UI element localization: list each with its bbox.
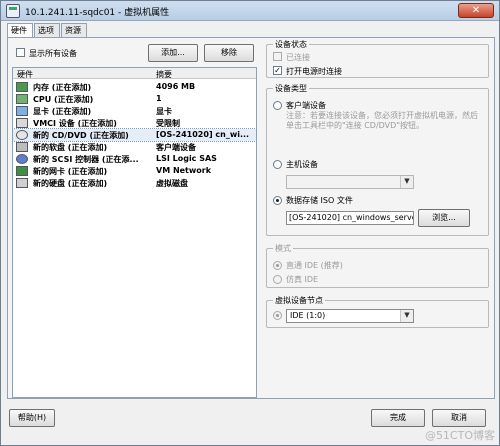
vm-app-icon: [6, 4, 20, 18]
hardware-row-summary: [OS-241020] cn_wi...: [156, 130, 250, 139]
client-device-radio[interactable]: [273, 101, 282, 110]
datastore-iso-radio[interactable]: [273, 196, 282, 205]
virtual-device-node-value: IDE (1:0): [290, 311, 326, 320]
vm-properties-window: 10.1.241.11-sqdc01 - 虚拟机属性 ✕ 硬件 选项 资源 显示…: [0, 0, 500, 446]
hardware-row-summary: 虚拟磁盘: [156, 179, 188, 188]
hardware-row-summary: 受限制: [156, 119, 180, 128]
hardware-row-name: 新的 SCSI 控制器 (正在添...: [33, 155, 139, 164]
window-title: 10.1.241.11-sqdc01 - 虚拟机属性: [25, 8, 170, 18]
hardware-row-floppy[interactable]: 新的软盘 (正在添加) 客户端设备: [13, 141, 256, 153]
hardware-row-name: 显卡 (正在添加): [33, 107, 92, 116]
hardware-row-display[interactable]: 显卡 (正在添加) 显卡: [13, 105, 256, 117]
disk-icon: [16, 178, 28, 188]
help-button[interactable]: 帮助(H): [9, 409, 55, 427]
connected-checkbox[interactable]: [273, 52, 282, 61]
title-bar[interactable]: 10.1.241.11-sqdc01 - 虚拟机属性 ✕: [1, 1, 499, 21]
passthrough-ide-radio[interactable]: [273, 261, 282, 270]
nic-icon: [16, 166, 28, 176]
display-icon: [16, 106, 28, 116]
hardware-row-summary: VM Network: [156, 166, 212, 175]
show-all-devices-checkbox[interactable]: [16, 48, 25, 57]
tab-resources[interactable]: 资源: [61, 23, 87, 38]
client-device-label: 客户端设备: [286, 101, 326, 110]
memory-icon: [16, 82, 28, 92]
passthrough-ide-label: 直通 IDE (推荐): [286, 261, 343, 270]
add-button[interactable]: 添加...: [148, 44, 198, 62]
device-type-title: 设备类型: [273, 83, 309, 94]
iso-path-value: [OS-241020] cn_windows_server_20: [289, 213, 413, 222]
hardware-row-name: 新的硬盘 (正在添加): [33, 179, 108, 188]
show-all-devices-label: 显示所有设备: [29, 49, 77, 58]
connect-at-power-on-checkbox[interactable]: ✓: [273, 66, 282, 75]
tab-options[interactable]: 选项: [34, 23, 60, 38]
datastore-iso-label: 数据存储 ISO 文件: [286, 196, 353, 205]
hardware-row-nic[interactable]: 新的网卡 (正在添加) VM Network: [13, 165, 256, 177]
dialog-footer: 帮助(H) 完成 取消 @51CTO博客: [1, 403, 499, 445]
cdrom-icon: [16, 130, 28, 140]
virtual-device-node-group: 虚拟设备节点 IDE (1:0) ▼: [266, 295, 489, 328]
hardware-row-disk[interactable]: 新的硬盘 (正在添加) 虚拟磁盘: [13, 177, 256, 189]
emulate-ide-label: 仿真 IDE: [286, 275, 319, 284]
hardware-row-summary: 客户端设备: [156, 143, 196, 152]
hardware-row-name: 内存 (正在添加): [33, 83, 92, 92]
finish-button[interactable]: 完成: [371, 409, 425, 427]
hardware-row-vmci[interactable]: VMCI 设备 (正在添加) 受限制: [13, 117, 256, 129]
hardware-row-summary: 4096 MB: [156, 82, 196, 91]
hardware-row-name: 新的网卡 (正在添加): [33, 167, 108, 176]
connected-label: 已连接: [286, 53, 310, 62]
device-status-title: 设备状态: [273, 39, 309, 50]
browse-button[interactable]: 浏览...: [418, 209, 470, 227]
hardware-row-cdrom[interactable]: 新的 CD/DVD (正在添加) [OS-241020] cn_wi...: [12, 128, 257, 142]
vmci-icon: [16, 118, 28, 128]
virtual-device-node-select[interactable]: IDE (1:0) ▼: [286, 309, 414, 323]
virtual-device-node-title: 虚拟设备节点: [273, 295, 325, 306]
column-summary[interactable]: 摘要: [156, 69, 172, 80]
emulate-ide-radio[interactable]: [273, 275, 282, 284]
close-button[interactable]: ✕: [458, 3, 494, 18]
virtual-node-radio: [273, 311, 282, 320]
watermark-text: @51CTO博客: [424, 429, 495, 442]
column-hardware[interactable]: 硬件: [17, 69, 33, 80]
mode-title: 模式: [273, 243, 293, 254]
hardware-row-memory[interactable]: 内存 (正在添加) 4096 MB: [13, 81, 256, 93]
chevron-down-icon: ▼: [400, 176, 413, 188]
device-status-group: 设备状态 已连接 ✓ 打开电源时连接: [266, 39, 489, 78]
host-device-label: 主机设备: [286, 160, 318, 169]
host-device-select[interactable]: ▼: [286, 175, 414, 189]
cpu-icon: [16, 94, 28, 104]
hardware-row-name: CPU (正在添加): [33, 95, 94, 104]
iso-path-field[interactable]: [OS-241020] cn_windows_server_20: [286, 211, 414, 225]
hardware-row-cpu[interactable]: CPU (正在添加) 1: [13, 93, 256, 105]
device-type-group: 设备类型 客户端设备 注意：若要连接该设备，您必须打开虚拟机电源，然后单击工具栏…: [266, 83, 489, 236]
chevron-down-icon: ▼: [400, 310, 413, 322]
connect-at-power-on-label: 打开电源时连接: [286, 67, 342, 76]
hardware-list-header: 硬件 摘要: [13, 68, 256, 79]
hardware-row-summary: 显卡: [156, 107, 172, 116]
hardware-row-scsi[interactable]: 新的 SCSI 控制器 (正在添... LSI Logic SAS: [13, 153, 256, 165]
hardware-row-name: 新的 CD/DVD (正在添加): [33, 131, 129, 140]
scsi-icon: [16, 154, 28, 164]
hardware-list: 硬件 摘要 内存 (正在添加) 4096 MB CPU (正在添加) 1 显卡 …: [12, 67, 257, 398]
cancel-button[interactable]: 取消: [432, 409, 486, 427]
tab-panel: 显示所有设备 添加... 移除 硬件 摘要 内存 (正在添加) 4096 MB …: [7, 37, 495, 399]
hardware-row-summary: LSI Logic SAS: [156, 154, 217, 163]
remove-button[interactable]: 移除: [204, 44, 254, 62]
floppy-icon: [16, 142, 28, 152]
client-device-note: 注意：若要连接该设备，您必须打开虚拟机电源，然后单击工具栏中的"连接 CD/DV…: [286, 111, 478, 130]
host-device-radio[interactable]: [273, 160, 282, 169]
hardware-row-name: 新的软盘 (正在添加): [33, 143, 108, 152]
hardware-row-name: VMCI 设备 (正在添加): [33, 119, 117, 128]
hardware-row-summary: 1: [156, 94, 162, 103]
mode-group: 模式 直通 IDE (推荐) 仿真 IDE: [266, 243, 489, 288]
